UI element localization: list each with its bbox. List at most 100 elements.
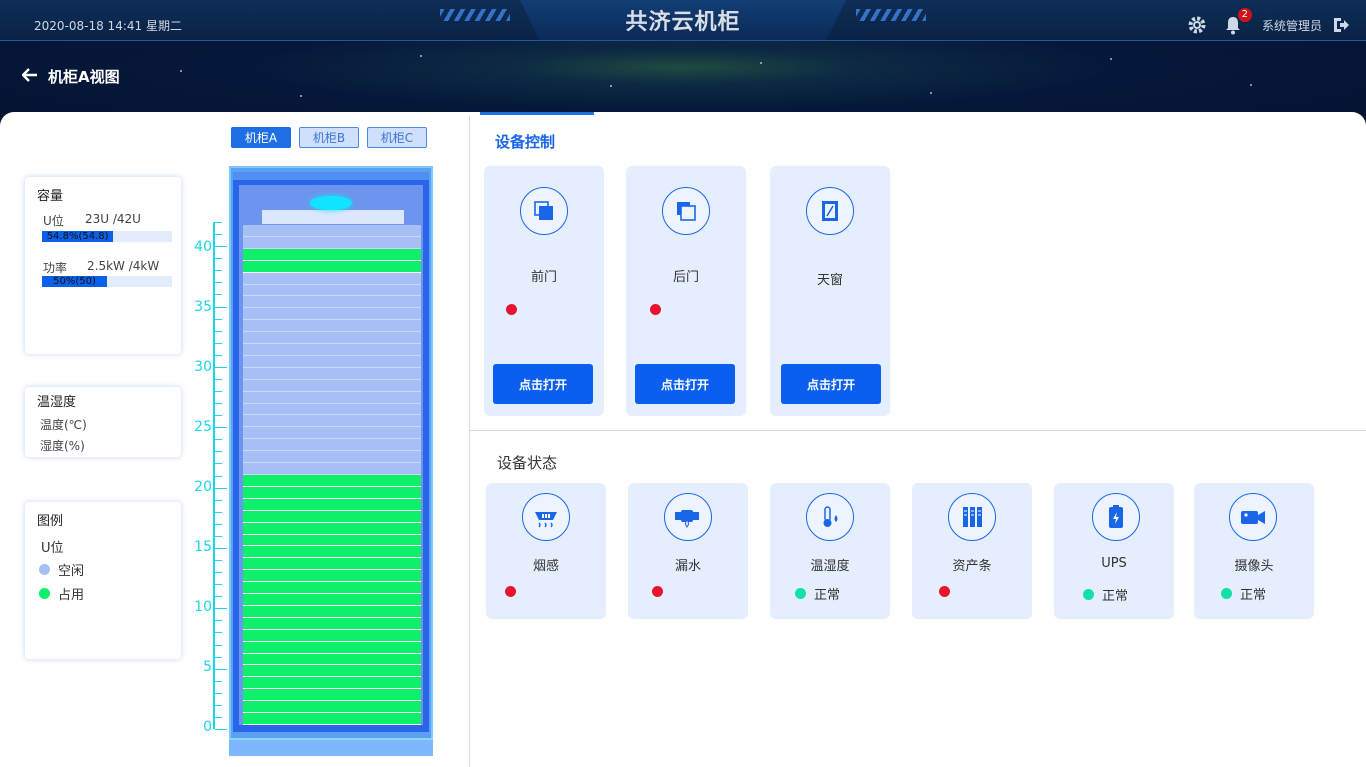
status-text: 正常 (814, 588, 841, 603)
rack-u-slot[interactable] (243, 522, 421, 535)
arrow-left-icon[interactable] (21, 67, 38, 86)
rack-u-slot[interactable] (243, 510, 421, 523)
rack-u-slot[interactable] (243, 534, 421, 547)
scale-tick (215, 451, 222, 453)
rack-u-slot[interactable] (243, 677, 421, 690)
rack-u-slot[interactable] (243, 296, 421, 309)
rack-u-slot[interactable] (243, 427, 421, 440)
rack-u-slot[interactable] (243, 451, 421, 464)
rack-u-slot[interactable] (243, 617, 421, 630)
status-indicator: 正常 (795, 584, 840, 603)
bell-icon[interactable]: 2 (1222, 8, 1252, 36)
door-status-indicator (506, 304, 517, 315)
rack-u-slot[interactable] (243, 498, 421, 511)
open-front-door-button[interactable]: 点击打开 (493, 364, 593, 404)
rack-u-slot[interactable] (243, 260, 421, 273)
scale-tick (215, 463, 222, 465)
scale-tick (215, 222, 222, 223)
rack-u-slot[interactable] (243, 248, 421, 261)
tab-cabinet-c[interactable]: 机柜C (367, 127, 427, 148)
status-name: UPS (1101, 556, 1127, 571)
status-indicator (652, 586, 663, 597)
scale-tick (215, 282, 222, 284)
panel-divider-vertical (469, 116, 470, 767)
rack-u-slot[interactable] (243, 689, 421, 702)
scale-tick (215, 391, 222, 392)
rack-u-slot[interactable] (243, 332, 421, 345)
logout-icon[interactable] (1330, 14, 1352, 36)
power-label: 功率 (43, 261, 68, 275)
rack-u-slot[interactable] (243, 284, 421, 297)
rack-top-band (233, 172, 429, 180)
scale-label: 35 (194, 299, 212, 315)
rack-u-slot[interactable] (243, 391, 421, 404)
control-name: 后门 (672, 270, 699, 285)
tab-cabinet-b[interactable]: 机柜B (299, 127, 359, 148)
scale-label: 20 (194, 479, 212, 495)
rack-u-slot[interactable] (243, 320, 421, 333)
scale-tick (215, 258, 222, 260)
scale-tick (215, 680, 222, 682)
temperature-humidity-card: 温湿度 温度(℃) 湿度(%) (25, 387, 181, 457)
back-nav[interactable]: 机柜A视图 (21, 66, 120, 87)
rack-u-slot[interactable] (243, 308, 421, 321)
scale-tick (215, 547, 227, 549)
status-card-ups: UPS 正常 (1054, 483, 1174, 619)
gear-icon[interactable] (1186, 14, 1208, 36)
rack-u-slot[interactable] (243, 415, 421, 428)
rack-u-slot[interactable] (243, 367, 421, 380)
rack-u-slot[interactable] (243, 641, 421, 654)
app-title: 共济云机柜 (625, 10, 741, 35)
rack-u-slot[interactable] (243, 379, 421, 392)
status-card-asset-strip: 资产条 (912, 483, 1032, 619)
open-skylight-button[interactable]: 点击打开 (781, 364, 881, 404)
rack-u-slot[interactable] (243, 558, 421, 571)
power-value: 2.5kW /4kW (87, 259, 160, 273)
scale-tick (215, 692, 222, 694)
status-name: 烟感 (532, 559, 559, 574)
u-value: 23U /42U (85, 212, 141, 226)
scale-label: 25 (194, 419, 212, 435)
rack-u-slot[interactable] (243, 272, 421, 285)
header-user-area: 2 系统管理员 (1186, 8, 1352, 36)
scale-tick (215, 716, 222, 718)
scale-tick (215, 704, 222, 706)
rack-u-slot[interactable] (243, 713, 421, 725)
scale-tick (215, 668, 227, 670)
rack-u-slot[interactable] (243, 582, 421, 595)
rack-u-slot[interactable] (243, 463, 421, 475)
rack-u-slot[interactable] (243, 475, 421, 487)
open-back-door-button[interactable]: 点击打开 (635, 364, 735, 404)
scale-label: 30 (194, 359, 212, 375)
rack-u-slot[interactable] (243, 344, 421, 356)
scale-tick (215, 270, 222, 272)
rack-u-slot[interactable] (243, 486, 421, 499)
scale-label: 15 (194, 539, 212, 555)
humidity-label: 湿度(%) (40, 439, 85, 453)
scale-tick (215, 729, 227, 730)
rack-u-slot[interactable] (243, 439, 421, 452)
user-name[interactable]: 系统管理员 (1262, 17, 1322, 34)
rack-u-slot[interactable] (243, 594, 421, 606)
rack-u-slot[interactable] (243, 546, 421, 559)
scale-tick (215, 560, 222, 561)
scale-tick (215, 632, 222, 634)
scale-tick (215, 475, 222, 477)
rack-u-slot[interactable] (243, 225, 421, 237)
rack-u-slot[interactable] (243, 355, 421, 368)
rack-u-slot[interactable] (243, 629, 421, 642)
rack-u-slot[interactable] (243, 605, 421, 618)
ups-battery-icon (1092, 493, 1140, 541)
rack-u-slot[interactable] (243, 653, 421, 666)
thermometer-icon (806, 493, 854, 541)
status-dot-alarm (939, 586, 950, 597)
rack-u-slot[interactable] (243, 570, 421, 583)
scale-tick (215, 656, 222, 658)
status-name: 漏水 (674, 559, 701, 574)
rack-u-slot[interactable] (243, 701, 421, 714)
rack-u-slot[interactable] (243, 665, 421, 678)
tab-cabinet-a[interactable]: 机柜A (231, 127, 291, 148)
rack-base (229, 738, 433, 756)
rack-u-slot[interactable] (243, 236, 421, 249)
rack-u-slot[interactable] (243, 403, 421, 416)
